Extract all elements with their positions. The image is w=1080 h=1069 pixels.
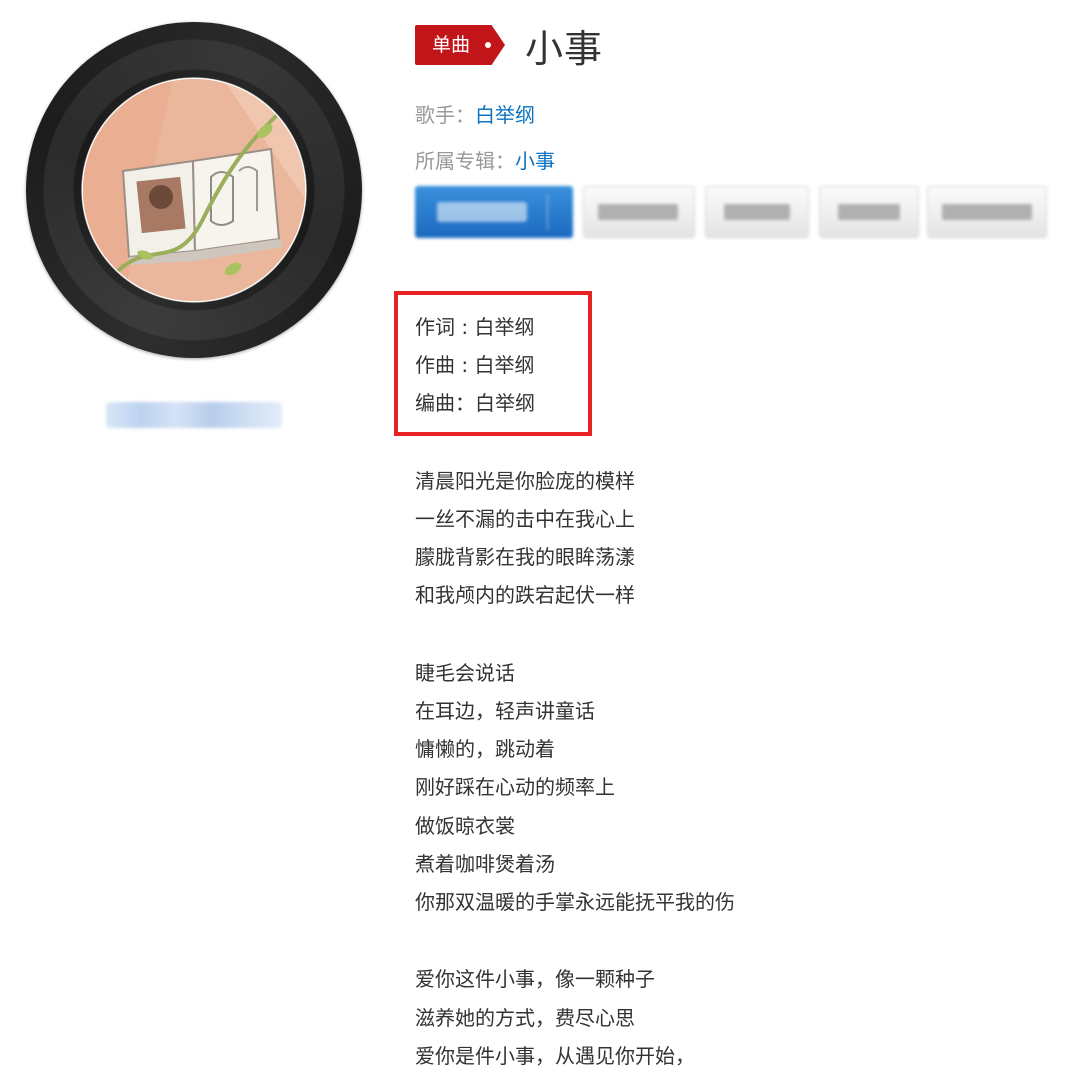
lyricist-name: 白举纲 xyxy=(474,315,535,339)
action-button-bar xyxy=(415,186,1047,238)
lyric-line: 在耳边，轻声讲童话 xyxy=(415,699,595,723)
lyric-line: 刚好踩在心动的频率上 xyxy=(415,775,615,799)
lyric-line: 煮着咖啡煲着汤 xyxy=(415,852,555,876)
colon-separator: : xyxy=(455,315,475,339)
lyricist-label: 作词 xyxy=(415,315,455,339)
lyric-line: 爱你这件小事，像一颗种子 xyxy=(415,967,655,991)
singer-row: 歌手：白举纲 xyxy=(415,99,535,128)
blurred-text-redacted xyxy=(106,402,282,428)
lyric-line: 滋养她的方式，费尽心思 xyxy=(415,1006,635,1030)
lyricist-line: 作词 : 白举纲 xyxy=(415,311,534,340)
arranger-label: 编曲： xyxy=(415,391,475,415)
colon-separator: : xyxy=(455,353,475,377)
comment-button-redacted[interactable] xyxy=(927,186,1047,238)
singer-label: 歌手： xyxy=(415,103,475,127)
tag-hole-dot xyxy=(485,42,491,48)
play-button-blurred-label xyxy=(437,202,527,222)
lyric-line: 一丝不漏的击中在我心上 xyxy=(415,507,635,531)
lyric-line: 清晨阳光是你脸庞的模样 xyxy=(415,469,635,493)
lyric-line: 和我颅内的跌宕起伏一样 xyxy=(415,583,635,607)
album-art-illustration xyxy=(83,79,305,301)
album-link[interactable]: 小事 xyxy=(515,149,555,173)
album-cover-art xyxy=(83,79,305,301)
play-button-separator xyxy=(547,194,548,230)
composer-name: 白举纲 xyxy=(474,353,535,377)
lyric-line: 朦胧背影在我的眼眸荡漾 xyxy=(415,545,635,569)
arranger-name: 白举纲 xyxy=(475,391,535,415)
collect-button-redacted[interactable] xyxy=(583,186,695,238)
singer-link[interactable]: 白举纲 xyxy=(475,103,535,127)
download-button-redacted[interactable] xyxy=(819,186,919,238)
album-label: 所属专辑： xyxy=(415,149,515,173)
blurred-label xyxy=(724,204,790,220)
song-title: 小事 xyxy=(525,27,604,71)
album-cover-vinyl[interactable] xyxy=(26,22,362,358)
share-button-redacted[interactable] xyxy=(705,186,809,238)
single-tag: 单曲 xyxy=(415,25,505,65)
lyric-line: 慵懒的，跳动着 xyxy=(415,737,555,761)
album-row: 所属专辑：小事 xyxy=(415,145,555,174)
lyric-line: 睫毛会说话 xyxy=(415,661,515,685)
arranger-line: 编曲：白举纲 xyxy=(415,387,535,416)
lyric-line: 你那双温暖的手掌永远能抚平我的伤 xyxy=(415,890,735,914)
blurred-label xyxy=(942,204,1032,220)
lyric-line: 做饭晾衣裳 xyxy=(415,814,515,838)
single-tag-label: 单曲 xyxy=(432,34,471,56)
composer-label: 作曲 xyxy=(415,353,455,377)
blurred-label xyxy=(598,204,678,220)
blurred-label xyxy=(838,204,900,220)
play-button-redacted[interactable] xyxy=(415,186,573,238)
composer-line: 作曲 : 白举纲 xyxy=(415,349,534,378)
